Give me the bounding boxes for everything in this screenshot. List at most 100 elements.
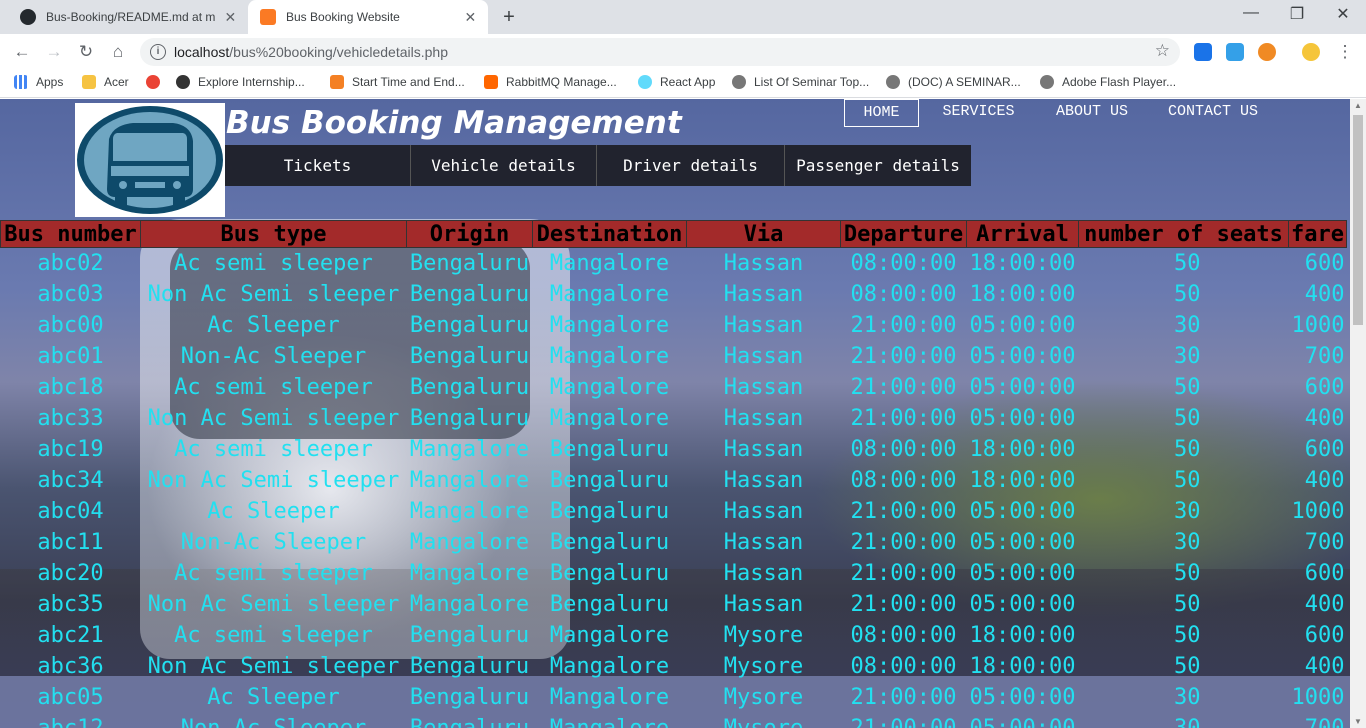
cell-seats: 30 — [1174, 715, 1201, 728]
cell-destination: Mangalore — [549, 343, 670, 369]
cell-arrival: 18:00:00 — [969, 622, 1076, 648]
cell-bus-type: Non Ac Semi sleeper — [147, 591, 400, 617]
subnav-passenger-details[interactable]: Passenger details — [785, 145, 971, 186]
cell-departure: 21:00:00 — [850, 343, 957, 369]
site-logo[interactable] — [75, 103, 225, 217]
menu-icon[interactable]: ⋮ — [1334, 41, 1356, 63]
extension-icon[interactable] — [1258, 43, 1276, 61]
scroll-up-icon[interactable]: ▲ — [1353, 101, 1363, 110]
restore-button[interactable]: ❐ — [1274, 4, 1320, 24]
cell-arrival: 18:00:00 — [969, 281, 1076, 307]
back-icon[interactable]: ← — [11, 41, 33, 63]
bookmark-label: RabbitMQ Manage... — [506, 75, 617, 89]
cell-origin: Bengaluru — [409, 653, 530, 679]
subnav-tickets[interactable]: Tickets — [225, 145, 411, 186]
bookmark-rabbitmq[interactable]: RabbitMQ Manage... — [484, 75, 617, 89]
cell-bus-number: abc19 — [37, 436, 104, 462]
reload-icon[interactable]: ↻ — [75, 41, 97, 63]
profile-avatar[interactable] — [1302, 43, 1320, 61]
cell-via: Mysore — [723, 715, 804, 728]
table-row: abc20 Ac semi sleeper Mangalore Bengaluru Ha… — [1, 558, 1347, 589]
browser-tab-github[interactable]: Bus-Booking/README.md at ma ✕ — [8, 0, 248, 34]
nav-home[interactable]: HOME — [844, 99, 919, 127]
cell-bus-number: abc33 — [37, 405, 104, 431]
url-text[interactable]: localhost/bus%20booking/vehicledetails.p… — [174, 44, 448, 60]
forward-icon[interactable]: → — [43, 41, 65, 63]
subnav-vehicle-details[interactable]: Vehicle details — [411, 145, 597, 186]
bookmark-seminar-doc[interactable]: (DOC) A SEMINAR... — [886, 75, 1021, 89]
cell-bus-number: abc05 — [37, 684, 104, 710]
scrollbar-thumb[interactable] — [1353, 115, 1363, 325]
cell-bus-type: Non Ac Semi sleeper — [147, 405, 400, 431]
subnav-driver-details[interactable]: Driver details — [597, 145, 785, 186]
new-tab-button[interactable]: + — [498, 6, 520, 29]
nav-contact-us[interactable]: CONTACT US — [1160, 99, 1266, 127]
cell-seats: 30 — [1174, 343, 1201, 369]
bookmark-start-time[interactable]: Start Time and End... — [330, 75, 465, 89]
bookmark-internship[interactable]: Explore Internship... — [176, 75, 305, 89]
cell-via: Mysore — [723, 622, 804, 648]
cell-departure: 08:00:00 — [850, 467, 957, 493]
home-icon[interactable]: ⌂ — [107, 41, 129, 63]
table-row: abc00 Ac Sleeper Bengaluru Mangalore Hassan 2… — [1, 310, 1347, 341]
bookmark-label: Adobe Flash Player... — [1062, 75, 1177, 89]
bookmark-flash[interactable]: Adobe Flash Player... — [1040, 75, 1176, 89]
cell-departure: 21:00:00 — [850, 715, 957, 728]
table-row: abc34 Non Ac Semi sleeper Mangalore Bengalu… — [1, 465, 1347, 496]
cell-via: Mysore — [723, 684, 804, 710]
cell-departure: 21:00:00 — [850, 312, 957, 338]
browser-tab-bus-booking[interactable]: Bus Booking Website ✕ — [248, 0, 488, 34]
cell-bus-number: abc04 — [37, 498, 104, 524]
close-window-button[interactable]: ✕ — [1320, 4, 1366, 24]
xampp-icon — [260, 9, 276, 25]
page-content: Bus Booking Management HOME SERVICES ABO… — [0, 99, 1350, 728]
address-bar[interactable]: i localhost/bus%20booking/vehicledetails… — [140, 38, 1180, 66]
cell-origin: Mangalore — [409, 498, 530, 524]
table-row: abc21 Ac semi sleeper Bengaluru Mangalore My… — [1, 620, 1347, 651]
globe-icon — [1040, 75, 1054, 89]
scroll-down-icon[interactable]: ▼ — [1353, 717, 1363, 726]
site-title: Bus Booking Management — [226, 105, 682, 141]
cell-seats: 50 — [1174, 653, 1201, 679]
close-icon[interactable]: ✕ — [223, 9, 238, 26]
page-scrollbar[interactable]: ▲ ▼ — [1350, 99, 1366, 728]
cell-bus-type: Non-Ac Sleeper — [180, 343, 367, 369]
bookmark-label: React App — [660, 75, 716, 89]
globe-icon — [732, 75, 746, 89]
bookmark-react-app[interactable]: React App — [638, 75, 715, 89]
cell-bus-number: abc20 — [37, 560, 104, 586]
cell-bus-number: abc01 — [37, 343, 104, 369]
cell-origin: Mangalore — [409, 560, 530, 586]
info-icon[interactable]: i — [150, 44, 166, 60]
extension-icon[interactable] — [1226, 43, 1244, 61]
cell-arrival: 18:00:00 — [969, 653, 1076, 679]
cell-arrival: 05:00:00 — [969, 312, 1076, 338]
extension-icon[interactable] — [1194, 43, 1212, 61]
bookmark-star-icon[interactable]: ☆ — [1155, 41, 1170, 61]
nav-services[interactable]: SERVICES — [936, 99, 1021, 127]
table-row: abc12 Non-Ac Sleeper Bengaluru Mangalore Mys… — [1, 713, 1347, 728]
cell-fare: 600 — [1304, 622, 1345, 648]
cell-fare: 600 — [1304, 250, 1345, 276]
cell-arrival: 05:00:00 — [969, 560, 1076, 586]
cell-bus-type: Non Ac Semi sleeper — [147, 467, 400, 493]
cell-departure: 21:00:00 — [850, 591, 957, 617]
column-header-seats: number of seats — [1078, 220, 1289, 248]
cell-fare: 400 — [1304, 467, 1345, 493]
close-icon[interactable]: ✕ — [463, 9, 478, 26]
cell-origin: Bengaluru — [409, 312, 530, 338]
cell-bus-number: abc02 — [37, 250, 104, 276]
nav-about-us[interactable]: ABOUT US — [1050, 99, 1134, 127]
bookmark-google[interactable] — [146, 75, 168, 89]
bookmark-seminar-topics[interactable]: List Of Seminar Top... — [732, 75, 869, 89]
cell-bus-type: Ac semi sleeper — [174, 374, 373, 400]
cell-bus-type: Non-Ac Sleeper — [180, 715, 367, 728]
minimize-button[interactable]: — — [1228, 4, 1274, 22]
cell-fare: 1000 — [1291, 312, 1345, 338]
bookmark-apps[interactable]: Apps — [14, 75, 63, 89]
cell-bus-number: abc03 — [37, 281, 104, 307]
cell-seats: 50 — [1174, 281, 1201, 307]
bookmark-acer[interactable]: Acer — [82, 75, 129, 89]
cell-origin: Mangalore — [409, 467, 530, 493]
cell-origin: Bengaluru — [409, 343, 530, 369]
